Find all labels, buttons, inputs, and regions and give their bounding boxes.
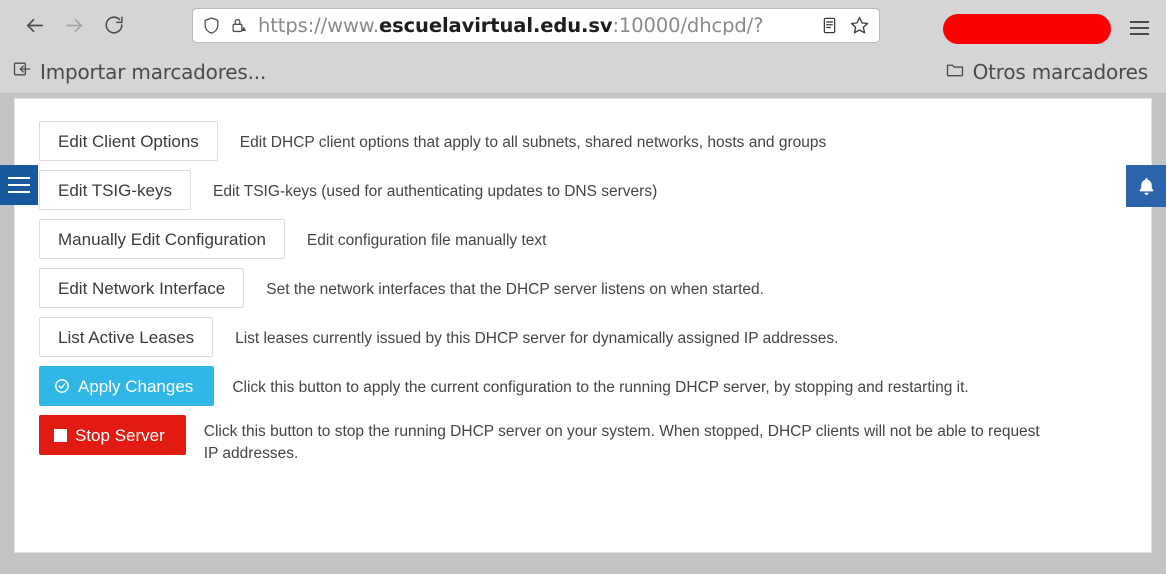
star-icon[interactable]	[849, 15, 870, 36]
sidebar-toggle-tab[interactable]	[0, 165, 38, 205]
url-path: :10000/dhcpd/?	[612, 15, 764, 36]
lock-warning-icon[interactable]	[230, 16, 249, 35]
list-active-leases-button[interactable]: List Active Leases	[39, 317, 214, 357]
edit-tsig-keys-description: Edit TSIG-keys (used for authenticating …	[213, 183, 658, 200]
manually-edit-configuration-button[interactable]: Manually Edit Configuration	[39, 219, 285, 259]
action-row: Stop Server Click this button to stop th…	[39, 415, 1127, 466]
apply-changes-description: Click this button to apply the current c…	[232, 379, 969, 396]
reload-button[interactable]	[94, 5, 134, 45]
url-host: escuelavirtual.edu.sv	[378, 15, 613, 36]
back-button[interactable]	[14, 5, 54, 45]
folder-icon	[945, 59, 965, 84]
arrow-left-icon	[26, 18, 43, 32]
dhcp-actions-list: Edit Client Options Edit DHCP client opt…	[15, 99, 1151, 485]
action-row: Apply Changes Click this button to apply…	[39, 366, 1127, 406]
action-row: Manually Edit Configuration Edit configu…	[39, 219, 1127, 259]
forward-button[interactable]	[54, 5, 94, 45]
reader-view-icon[interactable]	[820, 16, 839, 35]
import-bookmarks-item[interactable]: Importar marcadores...	[8, 56, 270, 87]
other-bookmarks-label: Otros marcadores	[972, 59, 1149, 84]
url-text[interactable]: https://www.escuelavirtual.edu.sv:10000/…	[258, 16, 807, 36]
edit-network-interface-button[interactable]: Edit Network Interface	[39, 268, 245, 308]
other-bookmarks-item[interactable]: Otros marcadores	[941, 56, 1152, 87]
notifications-tab[interactable]	[1126, 165, 1166, 207]
import-bookmarks-icon	[12, 59, 32, 84]
check-circle-icon	[54, 378, 70, 394]
action-row: Edit Client Options Edit DHCP client opt…	[39, 121, 1127, 161]
stop-server-description: Click this button to stop the running DH…	[203, 423, 1040, 463]
edit-network-interface-description: Set the network interfaces that the DHCP…	[266, 281, 764, 298]
shield-icon[interactable]	[202, 16, 221, 35]
page-viewport: Edit Client Options Edit DHCP client opt…	[0, 93, 1166, 574]
url-scheme: https://www.	[258, 15, 379, 36]
stop-server-button[interactable]: Stop Server	[39, 415, 186, 455]
edit-client-options-description: Edit DHCP client options that apply to a…	[239, 134, 827, 151]
navigation-toolbar: https://www.escuelavirtual.edu.sv:10000/…	[0, 0, 1166, 50]
viewport-bottom-strip	[0, 553, 1166, 574]
bell-icon	[1139, 177, 1153, 195]
browser-chrome: https://www.escuelavirtual.edu.sv:10000/…	[0, 0, 1166, 93]
action-row: Edit TSIG-keys Edit TSIG-keys (used for …	[39, 170, 1127, 210]
action-row: Edit Network Interface Set the network i…	[39, 268, 1127, 308]
list-active-leases-description: List leases currently issued by this DHC…	[235, 330, 839, 347]
reload-icon	[105, 16, 123, 34]
manually-edit-configuration-description: Edit configuration file manually text	[306, 232, 547, 249]
apply-changes-button[interactable]: Apply Changes	[39, 366, 215, 406]
address-bar[interactable]: https://www.escuelavirtual.edu.sv:10000/…	[192, 8, 880, 43]
redacted-profile-pill[interactable]	[943, 14, 1111, 44]
action-row: List Active Leases List leases currently…	[39, 317, 1127, 357]
browser-app-menu-button[interactable]	[1124, 13, 1154, 43]
bookmarks-toolbar: Importar marcadores... Otros marcadores	[0, 50, 1166, 93]
apply-changes-label: Apply Changes	[78, 376, 194, 396]
edit-tsig-keys-button[interactable]: Edit TSIG-keys	[39, 170, 191, 210]
import-bookmarks-label: Importar marcadores...	[40, 59, 267, 84]
arrow-right-icon	[65, 18, 82, 32]
dhcp-server-page-card: Edit Client Options Edit DHCP client opt…	[14, 98, 1152, 553]
edit-client-options-button[interactable]: Edit Client Options	[39, 121, 218, 161]
stop-square-icon	[54, 428, 67, 442]
hamburger-menu-icon	[1129, 21, 1149, 35]
hamburger-menu-icon	[8, 177, 30, 193]
stop-server-label: Stop Server	[75, 425, 165, 445]
